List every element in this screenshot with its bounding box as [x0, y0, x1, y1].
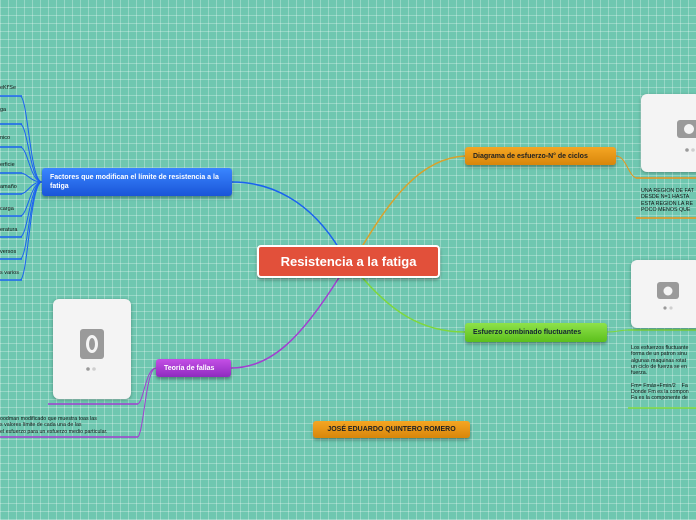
theory-node[interactable]: Teoría de fallas: [156, 359, 231, 377]
image-placeholder: [631, 260, 696, 328]
factor-leaf[interactable]: eKf'Se: [0, 85, 16, 91]
theory-note: oodman modificado que muestra toas las s…: [0, 416, 108, 435]
diagram-note: UNA REGION DE FAT DESDE N=1 HASTA ESTA R…: [641, 188, 694, 213]
image-placeholder: [641, 94, 696, 172]
camera-icon: [677, 120, 696, 152]
combined-stress-note: Los esfuerzos fluctuante forma de un pat…: [631, 345, 689, 402]
combined-stress-node[interactable]: Esfuerzo combinado fluctuantes: [465, 323, 607, 342]
factor-leaf[interactable]: ga: [0, 107, 6, 113]
central-topic[interactable]: Resistencia a la fatiga: [257, 245, 440, 278]
factor-leaf[interactable]: nico: [0, 135, 10, 141]
camera-icon: [80, 329, 104, 371]
factor-leaf[interactable]: s varios: [0, 270, 19, 276]
camera-icon: [657, 282, 679, 310]
factor-leaf[interactable]: erficie: [0, 162, 15, 168]
factor-leaf[interactable]: versos: [0, 249, 16, 255]
image-placeholder: [53, 299, 131, 399]
factor-leaf[interactable]: amaño: [0, 184, 17, 190]
diagram-node[interactable]: Diagrama de esfuerzo-N° de ciclos: [465, 147, 616, 165]
factor-leaf[interactable]: carga: [0, 206, 14, 212]
factor-leaf[interactable]: eratura: [0, 227, 17, 233]
author-node[interactable]: JOSÉ EDUARDO QUINTERO ROMERO: [313, 421, 470, 438]
factors-node[interactable]: Factores que modifican el límite de resi…: [42, 168, 232, 196]
